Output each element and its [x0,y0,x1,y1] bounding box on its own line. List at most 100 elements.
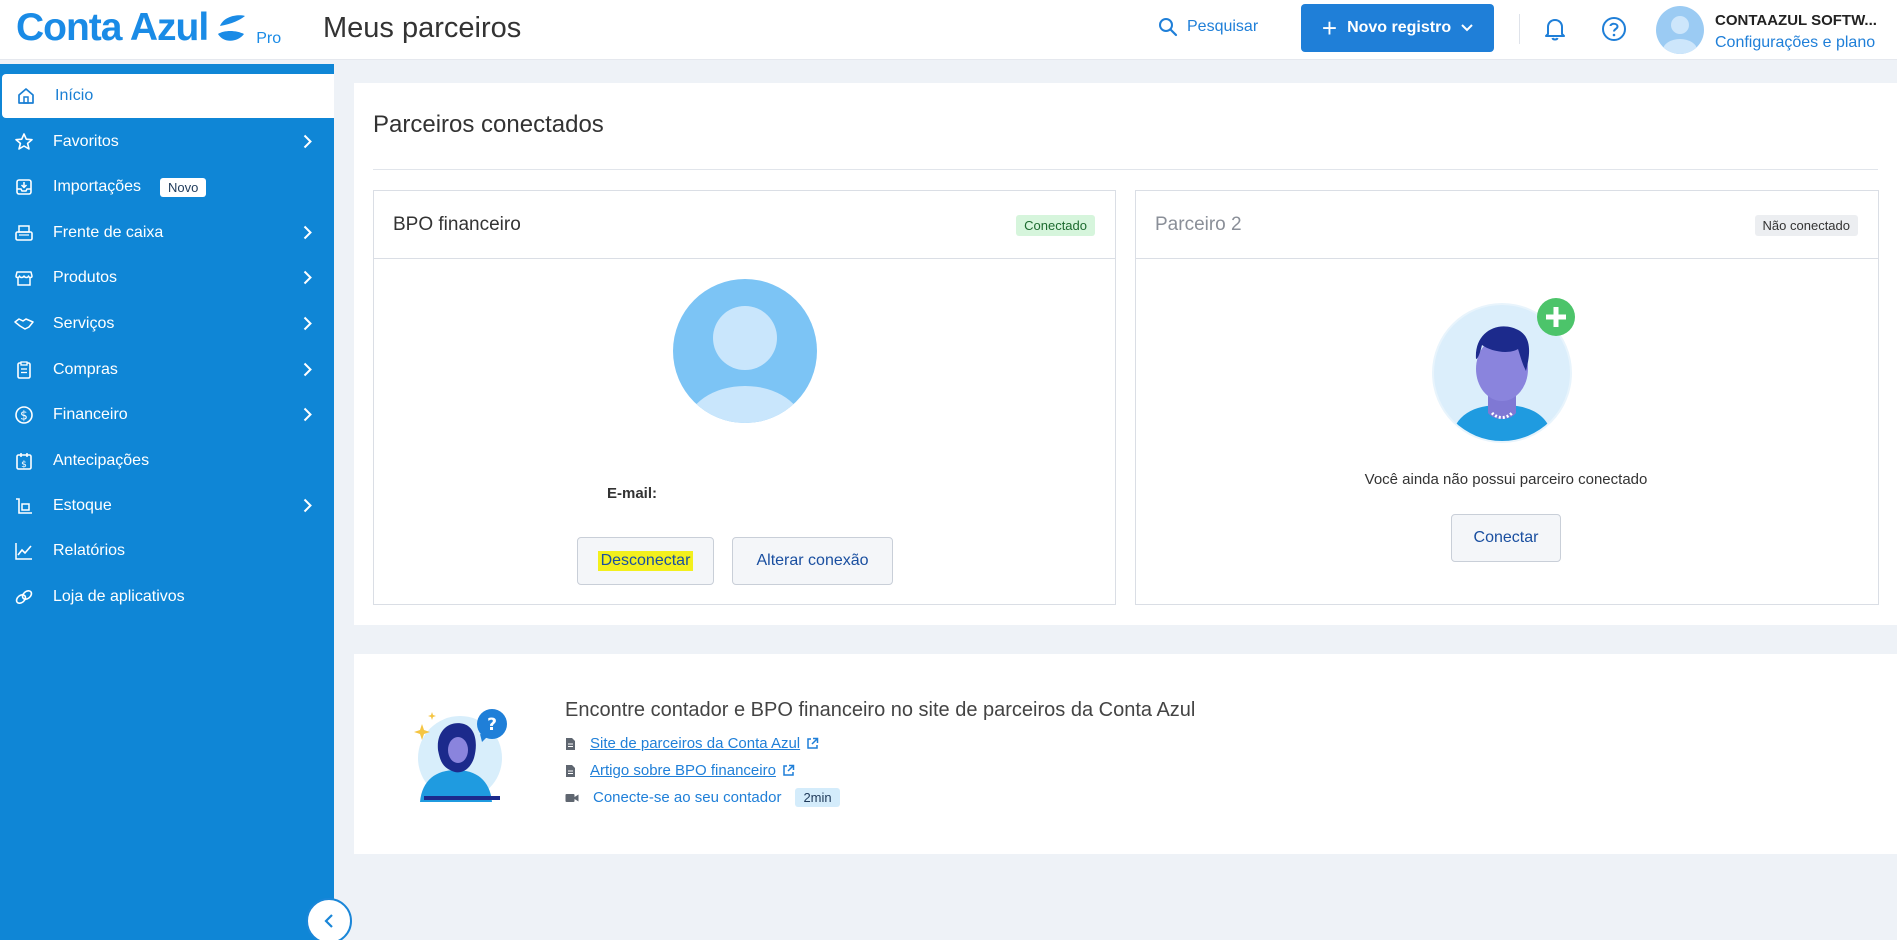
sidebar-item-loja-de-aplicativos[interactable]: Loja de aplicativos [0,575,334,619]
chevron-left-icon [324,914,333,928]
calendar-dollar-icon: $ [16,453,32,470]
avatar-placeholder-icon [1663,16,1697,54]
search-icon [1159,18,1178,37]
card-title: BPO financeiro [393,214,521,235]
document-icon [566,737,575,750]
sidebar-item-favoritos[interactable]: Favoritos [0,120,334,164]
chevron-right-icon [303,407,312,422]
company-name: CONTAAZUL SOFTW... [1715,12,1877,29]
duration-badge: 2min [795,788,840,807]
chevron-right-icon [303,134,312,149]
link-label: Site de parceiros da Conta Azul [590,735,801,752]
external-link-icon [783,764,795,776]
sidebar-item-estoque[interactable]: Estoque [0,484,334,528]
new-record-label: Novo registro [1347,19,1452,36]
video-icon [565,793,579,802]
no-partner-message: Você ainda não possui parceiro conectado [1364,471,1648,488]
import-icon [16,179,32,195]
sidebar-item-importacoes[interactable]: Importações Novo [0,165,334,209]
sidebar-item-frente-de-caixa[interactable]: Frente de caixa [0,211,334,255]
bpo-article-link[interactable]: Artigo sobre BPO financeiro [565,762,795,779]
status-badge: Conectado [1016,215,1095,236]
help-icon[interactable] [1601,16,1627,42]
sidebar-item-label: Início [55,87,94,104]
partner-card-2: Parceiro 2 Não conectado Você ainda não … [1135,190,1879,605]
notifications-bell-icon[interactable] [1543,16,1567,42]
sidebar-item-servicos[interactable]: Serviços [0,302,334,346]
external-link-icon [807,737,819,749]
logo-mark-icon [218,15,246,41]
search-label: Pesquisar [1187,18,1259,35]
search-button[interactable]: Pesquisar [1158,17,1258,37]
stock-icon [16,498,32,514]
partner-avatar-icon [673,279,817,423]
chevron-right-icon [303,498,312,513]
sidebar-item-inicio[interactable]: Início [2,74,334,118]
add-partner-illustration [1432,298,1575,443]
sidebar-item-compras[interactable]: Compras [0,348,334,392]
support-illustration: ? [414,709,507,802]
link-label: Artigo sobre BPO financeiro [590,762,776,779]
new-badge: Novo [160,178,207,197]
sidebar-item-relatorios[interactable]: Relatórios [0,529,334,573]
svg-text:$: $ [20,409,28,423]
top-header: Conta Azul Pro Meus parceiros Pesquisar … [0,0,1897,60]
chevron-right-icon [303,270,312,285]
star-icon [15,133,33,150]
settings-and-plan-link[interactable]: Configurações e plano [1715,34,1875,52]
conta-azul-logo[interactable]: Conta Azul Pro [16,6,281,50]
logo-text: Conta Azul [16,6,209,49]
sidebar-item-label: Serviços [53,315,115,332]
plan-label: Pro [256,30,282,47]
change-connection-label: Alterar conexão [756,552,869,569]
card-header: BPO financeiro Conectado [374,191,1115,259]
chevron-right-icon [303,225,312,240]
sidebar-item-label: Relatórios [53,542,126,559]
sidebar-item-label: Frente de caixa [53,224,164,241]
chart-icon [15,543,32,560]
clipboard-icon [17,361,31,379]
dollar-icon: $ [15,406,33,424]
sidebar-item-financeiro[interactable]: $ Financeiro [0,393,334,437]
sidebar-item-produtos[interactable]: Produtos [0,256,334,300]
sidebar-item-label: Produtos [53,269,118,286]
link-label: Conecte-se ao seu contador [593,789,782,806]
card-title: Parceiro 2 [1155,214,1242,235]
sidebar-item-label: Favoritos [53,133,119,150]
sidebar-item-label: Compras [53,361,118,378]
section-divider [373,169,1878,170]
disconnect-button[interactable]: Desconectar [577,537,714,585]
card-header: Parceiro 2 Não conectado [1136,191,1878,259]
status-badge: Não conectado [1754,215,1858,236]
partners-resources-panel [354,654,1897,854]
user-avatar[interactable] [1656,6,1704,54]
sidebar-item-label: Financeiro [53,406,128,423]
link-icon [15,590,33,604]
page-title: Meus parceiros [323,12,522,44]
sidebar-item-antecipacoes[interactable]: $ Antecipações [0,439,334,483]
svg-text:$: $ [21,460,27,470]
partner-card-bpo: BPO financeiro Conectado E-mail: Descone… [373,190,1116,605]
connect-button[interactable]: Conectar [1451,514,1561,562]
sidebar-item-label: Antecipações [53,452,150,469]
collapse-sidebar-button[interactable] [306,898,352,940]
sidebar-item-label: Estoque [53,497,112,514]
resources-title: Encontre contador e BPO financeiro no si… [565,699,1196,721]
sidebar-item-label: Importações [53,178,142,195]
change-connection-button[interactable]: Alterar conexão [732,537,893,585]
partners-site-link[interactable]: Site de parceiros da Conta Azul [565,735,819,752]
connect-accountant-video[interactable]: Conecte-se ao seu contador 2min [565,788,840,807]
header-divider [1519,14,1520,44]
email-label: E-mail: [607,485,658,502]
sidebar: Início Favoritos Importações Novo Frente… [0,64,334,940]
chevron-down-icon [1461,24,1473,32]
handshake-icon [14,318,34,330]
new-record-button[interactable]: + Novo registro [1301,4,1494,52]
connect-label: Conectar [1473,529,1539,546]
chevron-right-icon [303,362,312,377]
plus-icon: + [1321,13,1338,43]
store-icon [15,271,33,286]
document-icon [566,764,575,777]
chevron-right-icon [303,316,312,331]
home-icon [18,88,34,104]
